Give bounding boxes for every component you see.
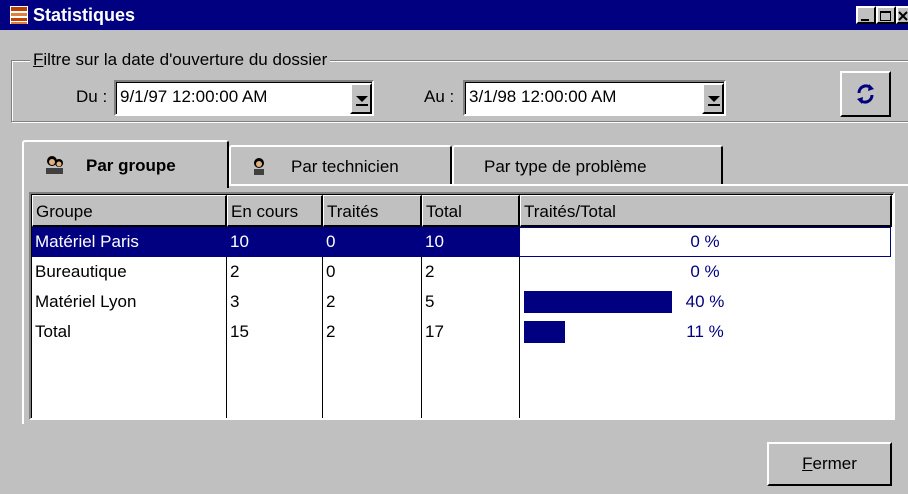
minimize-icon <box>861 19 869 21</box>
date-filter-legend: Filtre sur la date d'ouverture du dossie… <box>30 50 331 70</box>
minimize-button[interactable] <box>856 6 876 24</box>
technician-icon <box>254 158 264 175</box>
tab-par-groupe[interactable]: Par groupe <box>22 140 229 188</box>
maximize-button[interactable] <box>876 6 896 24</box>
tab-par-technicien[interactable]: Par technicien <box>229 145 452 185</box>
chevron-down-icon <box>356 96 368 102</box>
person-group-icon <box>46 156 63 174</box>
dropdown-bar <box>356 104 368 106</box>
au-date-combo[interactable]: 3/1/98 12:00:00 AM <box>463 80 726 116</box>
close-icon <box>898 11 908 21</box>
du-date-value: 9/1/97 12:00:00 AM <box>120 87 268 106</box>
button-label-rest: ermer <box>812 454 857 473</box>
app-icon <box>10 6 28 24</box>
au-dropdown-button[interactable] <box>702 83 724 114</box>
tab-label: Par technicien <box>291 157 399 176</box>
fermer-button[interactable]: Fermer <box>767 442 892 486</box>
tab-par-type-probleme[interactable]: Par type de problème <box>452 145 723 185</box>
au-label: Au : <box>424 87 455 106</box>
du-label: Du : <box>76 87 108 106</box>
legend-rest: iltre sur la date d'ouverture du dossier <box>43 50 328 69</box>
du-date-combo[interactable]: 9/1/97 12:00:00 AM <box>114 80 374 116</box>
dropdown-bar <box>708 104 720 106</box>
au-date-value: 3/1/98 12:00:00 AM <box>469 87 617 106</box>
refresh-icon <box>857 84 874 104</box>
tab-panel <box>22 184 908 424</box>
maximize-icon <box>880 11 891 21</box>
title-bar[interactable]: Statistiques <box>0 0 908 30</box>
tab-label: Par type de problème <box>484 157 647 176</box>
tab-label: Par groupe <box>86 156 176 175</box>
refresh-button[interactable] <box>840 71 891 117</box>
close-window-button[interactable] <box>896 6 908 24</box>
du-dropdown-button[interactable] <box>350 83 372 114</box>
window-title: Statistiques <box>33 5 136 25</box>
mnemonic-letter: F <box>802 454 813 473</box>
chevron-down-icon <box>708 96 720 102</box>
statistics-window: Statistiques Filtre sur la date d'ouvert… <box>0 0 908 494</box>
